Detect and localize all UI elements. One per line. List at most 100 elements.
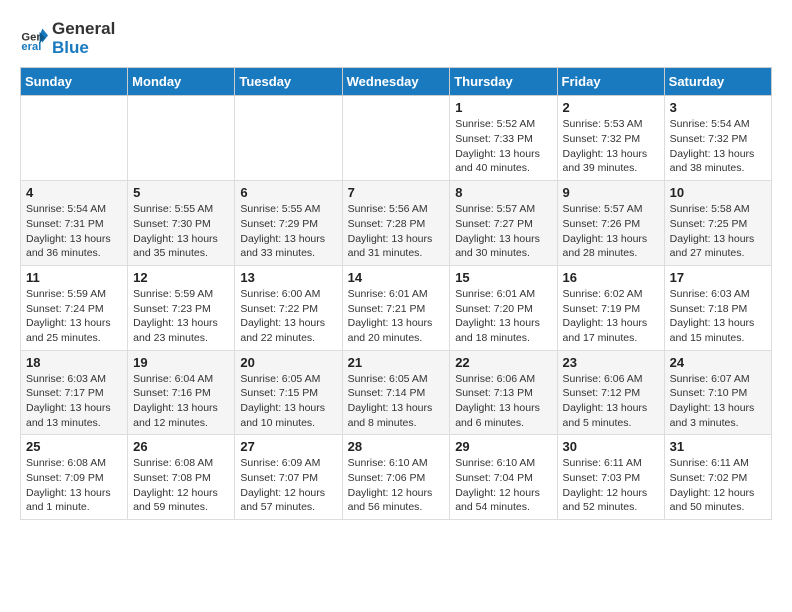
calendar-day-30: 30Sunrise: 6:11 AM Sunset: 7:03 PM Dayli…: [557, 435, 664, 520]
calendar-day-4: 4 Sunrise: 5:54 AM Sunset: 7:31 PM Daylig…: [21, 181, 128, 266]
day-info: Sunrise: 5:56 AM Sunset: 7:28 PM Dayligh…: [348, 202, 445, 261]
calendar-day-25: 25 Sunrise: 6:08 AM Sunset: 7:09 PM Dayli…: [21, 435, 128, 520]
logo: Gen eral General Blue: [20, 20, 115, 57]
calendar-week-row: 1Sunrise: 5:52 AM Sunset: 7:33 PM Daylig…: [21, 96, 772, 181]
weekday-header-monday: Monday: [128, 68, 235, 96]
calendar-empty-cell: [128, 96, 235, 181]
day-info: Sunrise: 6:08 AM Sunset: 7:09 PM Dayligh…: [26, 456, 122, 515]
weekday-header-sunday: Sunday: [21, 68, 128, 96]
calendar-day-7: 7 Sunrise: 5:56 AM Sunset: 7:28 PM Daylig…: [342, 181, 450, 266]
day-number: 14: [348, 270, 445, 285]
page-header: Gen eral General Blue: [20, 20, 772, 57]
day-info: Sunrise: 6:00 AM Sunset: 7:22 PM Dayligh…: [240, 287, 336, 346]
calendar-day-15: 15 Sunrise: 6:01 AM Sunset: 7:20 PM Dayli…: [450, 265, 557, 350]
day-number: 16: [563, 270, 659, 285]
day-number: 22: [455, 355, 551, 370]
day-info: Sunrise: 6:10 AM Sunset: 7:06 PM Dayligh…: [348, 456, 445, 515]
day-info: Sunrise: 5:59 AM Sunset: 7:24 PM Dayligh…: [26, 287, 122, 346]
day-number: 11: [26, 270, 122, 285]
weekday-header-wednesday: Wednesday: [342, 68, 450, 96]
calendar-empty-cell: [342, 96, 450, 181]
day-info: Sunrise: 6:08 AM Sunset: 7:08 PM Dayligh…: [133, 456, 229, 515]
calendar-day-6: 6Sunrise: 5:55 AM Sunset: 7:29 PM Daylig…: [235, 181, 342, 266]
day-number: 10: [670, 185, 766, 200]
weekday-header-friday: Friday: [557, 68, 664, 96]
calendar-empty-cell: [235, 96, 342, 181]
day-info: Sunrise: 6:07 AM Sunset: 7:10 PM Dayligh…: [670, 372, 766, 431]
calendar-day-19: 19Sunrise: 6:04 AM Sunset: 7:16 PM Dayli…: [128, 350, 235, 435]
calendar-day-13: 13 Sunrise: 6:00 AM Sunset: 7:22 PM Dayli…: [235, 265, 342, 350]
day-number: 20: [240, 355, 336, 370]
day-info: Sunrise: 5:57 AM Sunset: 7:27 PM Dayligh…: [455, 202, 551, 261]
day-info: Sunrise: 6:05 AM Sunset: 7:14 PM Dayligh…: [348, 372, 445, 431]
day-info: Sunrise: 6:03 AM Sunset: 7:18 PM Dayligh…: [670, 287, 766, 346]
calendar-day-28: 28 Sunrise: 6:10 AM Sunset: 7:06 PM Dayli…: [342, 435, 450, 520]
calendar-day-3: 3Sunrise: 5:54 AM Sunset: 7:32 PM Daylig…: [664, 96, 771, 181]
day-number: 29: [455, 439, 551, 454]
day-info: Sunrise: 5:59 AM Sunset: 7:23 PM Dayligh…: [133, 287, 229, 346]
day-number: 25: [26, 439, 122, 454]
logo-icon: Gen eral: [20, 25, 48, 53]
day-number: 12: [133, 270, 229, 285]
day-number: 26: [133, 439, 229, 454]
calendar-day-18: 18Sunrise: 6:03 AM Sunset: 7:17 PM Dayli…: [21, 350, 128, 435]
day-info: Sunrise: 6:06 AM Sunset: 7:12 PM Dayligh…: [563, 372, 659, 431]
calendar-day-8: 8Sunrise: 5:57 AM Sunset: 7:27 PM Daylig…: [450, 181, 557, 266]
calendar-week-row: 4 Sunrise: 5:54 AM Sunset: 7:31 PM Daylig…: [21, 181, 772, 266]
calendar-week-row: 25 Sunrise: 6:08 AM Sunset: 7:09 PM Dayli…: [21, 435, 772, 520]
day-info: Sunrise: 5:57 AM Sunset: 7:26 PM Dayligh…: [563, 202, 659, 261]
day-info: Sunrise: 6:03 AM Sunset: 7:17 PM Dayligh…: [26, 372, 122, 431]
day-number: 31: [670, 439, 766, 454]
day-info: Sunrise: 6:01 AM Sunset: 7:21 PM Dayligh…: [348, 287, 445, 346]
weekday-header-row: SundayMondayTuesdayWednesdayThursdayFrid…: [21, 68, 772, 96]
day-info: Sunrise: 5:55 AM Sunset: 7:30 PM Dayligh…: [133, 202, 229, 261]
day-number: 28: [348, 439, 445, 454]
day-info: Sunrise: 6:11 AM Sunset: 7:03 PM Dayligh…: [563, 456, 659, 515]
day-info: Sunrise: 6:09 AM Sunset: 7:07 PM Dayligh…: [240, 456, 336, 515]
day-info: Sunrise: 6:04 AM Sunset: 7:16 PM Dayligh…: [133, 372, 229, 431]
calendar-day-23: 23 Sunrise: 6:06 AM Sunset: 7:12 PM Dayli…: [557, 350, 664, 435]
weekday-header-saturday: Saturday: [664, 68, 771, 96]
svg-text:eral: eral: [21, 41, 41, 53]
day-number: 15: [455, 270, 551, 285]
calendar-day-26: 26 Sunrise: 6:08 AM Sunset: 7:08 PM Dayli…: [128, 435, 235, 520]
day-number: 9: [563, 185, 659, 200]
calendar-week-row: 18Sunrise: 6:03 AM Sunset: 7:17 PM Dayli…: [21, 350, 772, 435]
day-info: Sunrise: 6:10 AM Sunset: 7:04 PM Dayligh…: [455, 456, 551, 515]
day-number: 27: [240, 439, 336, 454]
logo-text: General Blue: [52, 20, 115, 57]
weekday-header-tuesday: Tuesday: [235, 68, 342, 96]
calendar-day-16: 16 Sunrise: 6:02 AM Sunset: 7:19 PM Dayli…: [557, 265, 664, 350]
calendar-day-24: 24 Sunrise: 6:07 AM Sunset: 7:10 PM Dayli…: [664, 350, 771, 435]
day-number: 2: [563, 100, 659, 115]
day-number: 13: [240, 270, 336, 285]
day-info: Sunrise: 6:05 AM Sunset: 7:15 PM Dayligh…: [240, 372, 336, 431]
day-number: 1: [455, 100, 551, 115]
day-number: 23: [563, 355, 659, 370]
day-info: Sunrise: 5:58 AM Sunset: 7:25 PM Dayligh…: [670, 202, 766, 261]
day-number: 17: [670, 270, 766, 285]
calendar-day-12: 12 Sunrise: 5:59 AM Sunset: 7:23 PM Dayli…: [128, 265, 235, 350]
day-number: 7: [348, 185, 445, 200]
day-info: Sunrise: 5:54 AM Sunset: 7:31 PM Dayligh…: [26, 202, 122, 261]
day-number: 4: [26, 185, 122, 200]
calendar-empty-cell: [21, 96, 128, 181]
calendar-day-5: 5 Sunrise: 5:55 AM Sunset: 7:30 PM Daylig…: [128, 181, 235, 266]
calendar-day-11: 11 Sunrise: 5:59 AM Sunset: 7:24 PM Dayli…: [21, 265, 128, 350]
day-info: Sunrise: 6:01 AM Sunset: 7:20 PM Dayligh…: [455, 287, 551, 346]
day-info: Sunrise: 6:11 AM Sunset: 7:02 PM Dayligh…: [670, 456, 766, 515]
calendar-day-1: 1Sunrise: 5:52 AM Sunset: 7:33 PM Daylig…: [450, 96, 557, 181]
day-number: 5: [133, 185, 229, 200]
day-info: Sunrise: 5:53 AM Sunset: 7:32 PM Dayligh…: [563, 117, 659, 176]
calendar-day-10: 10 Sunrise: 5:58 AM Sunset: 7:25 PM Dayli…: [664, 181, 771, 266]
day-info: Sunrise: 6:06 AM Sunset: 7:13 PM Dayligh…: [455, 372, 551, 431]
day-number: 24: [670, 355, 766, 370]
calendar-day-9: 9 Sunrise: 5:57 AM Sunset: 7:26 PM Daylig…: [557, 181, 664, 266]
calendar-day-21: 21 Sunrise: 6:05 AM Sunset: 7:14 PM Dayli…: [342, 350, 450, 435]
day-number: 3: [670, 100, 766, 115]
weekday-header-thursday: Thursday: [450, 68, 557, 96]
day-info: Sunrise: 6:02 AM Sunset: 7:19 PM Dayligh…: [563, 287, 659, 346]
day-number: 6: [240, 185, 336, 200]
day-number: 21: [348, 355, 445, 370]
calendar-day-2: 2 Sunrise: 5:53 AM Sunset: 7:32 PM Daylig…: [557, 96, 664, 181]
